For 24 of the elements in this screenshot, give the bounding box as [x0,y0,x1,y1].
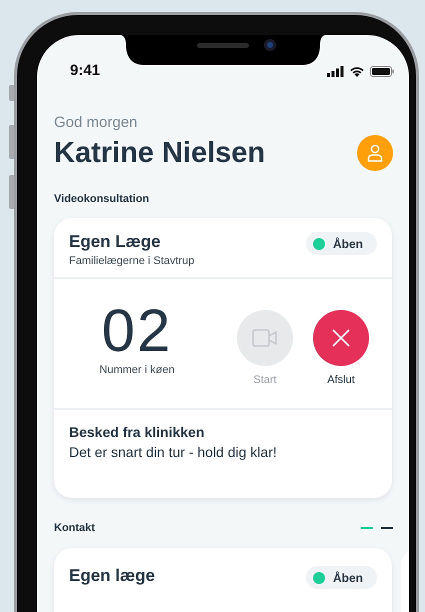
queue-number: 02 [102,301,172,361]
status-badge: Åben [306,232,377,255]
wifi-icon [349,66,365,77]
section-title: Kontakt [54,522,95,534]
person-icon [367,144,383,162]
message-text: Det er snart din tur - hold dig klar! [69,444,278,460]
clinic-title: Egen læge [69,566,155,586]
battery-icon [370,66,394,77]
contact-card[interactable]: Egen læge Åben [54,548,392,612]
message-title: Besked fra klinikken [69,424,206,440]
user-name: Katrine Nielsen [54,136,266,170]
status-badge: Åben [306,566,377,589]
page-indicator[interactable] [361,527,373,529]
section-title: Videokonsultation [54,193,150,205]
greeting-text: God morgen [54,114,138,131]
queue-label: Nummer i køen [99,364,175,376]
signal-icon [327,66,344,77]
status-time: 9:41 [70,62,100,80]
page-indicator[interactable] [381,527,393,529]
profile-button[interactable] [357,135,393,171]
clinic-title: Egen Læge [69,232,162,252]
clinic-subtitle: Familielægerne i Stavtrup [69,255,194,267]
close-icon [332,329,350,347]
video-camera-icon [252,329,278,347]
